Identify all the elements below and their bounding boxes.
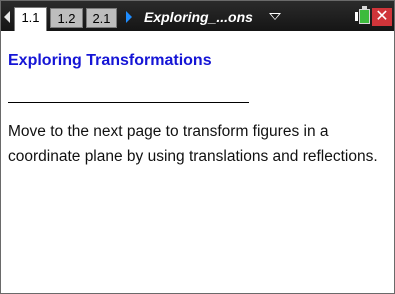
tab-1-1[interactable]: 1.1 [14,7,47,31]
handheld-screen: 1.1 1.2 2.1 Exploring_...ons ✕ Exploring… [0,0,395,294]
tab-1-2[interactable]: 1.2 [50,8,83,28]
close-button[interactable]: ✕ [372,8,392,26]
battery-tip [355,12,358,21]
battery-icon [359,6,370,24]
divider [8,102,249,103]
tab-2-1[interactable]: 2.1 [86,8,117,28]
document-title[interactable]: Exploring_...ons [144,8,253,26]
tab-bar: 1.1 1.2 2.1 Exploring_...ons ✕ [1,1,394,31]
page-title: Exploring Transformations [8,52,212,69]
instruction-text: Move to the next page to transform figur… [8,123,378,165]
scroll-tabs-right-icon[interactable] [126,11,132,23]
chevron-down-icon[interactable] [269,13,281,20]
scroll-tabs-left-icon[interactable] [4,11,10,23]
